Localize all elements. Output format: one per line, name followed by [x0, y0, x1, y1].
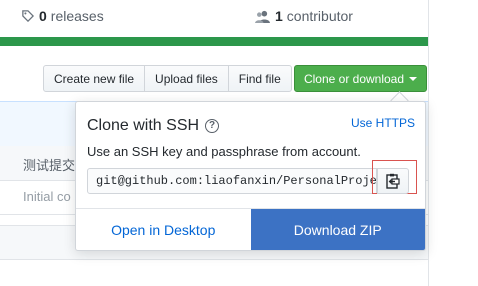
question-icon[interactable]: ? — [205, 119, 220, 133]
popup-title: Clone with SSH ? — [87, 117, 220, 135]
contributors-count: 1 — [275, 8, 283, 24]
clone-or-download-button[interactable]: Clone or download — [294, 65, 427, 92]
clone-popup: Clone with SSH ? Use HTTPS Use an SSH ke… — [75, 101, 426, 251]
create-new-file-button[interactable]: Create new file — [43, 65, 146, 92]
popup-footer: Open in Desktop Download ZIP — [76, 208, 425, 250]
clone-or-download-label: Clone or download — [303, 71, 405, 86]
clone-url-input[interactable]: git@github.com:liaofanxin/PersonalProjec… — [87, 168, 377, 194]
upload-files-button[interactable]: Upload files — [144, 65, 229, 92]
releases-count: 0 — [39, 8, 47, 24]
file-actions: Create new file Upload files Find file — [43, 65, 292, 92]
commit-message: 测试提交 — [23, 158, 76, 173]
sidebar-divider — [428, 0, 429, 286]
repo-stats: 0 releases 1 contributor — [0, 0, 428, 40]
download-zip-button[interactable]: Download ZIP — [250, 209, 425, 250]
ssh-description: Use an SSH key and passphrase from accou… — [87, 144, 361, 159]
tag-icon — [22, 10, 34, 22]
find-file-button[interactable]: Find file — [227, 65, 292, 92]
releases-label: releases — [50, 8, 104, 24]
popup-title-text: Clone with SSH — [87, 117, 200, 134]
clipboard-icon — [386, 173, 400, 189]
contributors-label: contributor — [286, 8, 353, 24]
releases-stat[interactable]: 0 releases — [22, 8, 104, 24]
language-bar — [0, 37, 428, 46]
caret-down-icon — [409, 76, 418, 81]
initial-commit-text: Initial co — [23, 189, 71, 204]
copy-to-clipboard-button[interactable] — [377, 168, 409, 194]
open-in-desktop-button[interactable]: Open in Desktop — [76, 209, 251, 250]
contributors-stat[interactable]: 1 contributor — [255, 8, 353, 24]
use-https-link[interactable]: Use HTTPS — [351, 116, 415, 130]
people-icon — [255, 10, 270, 23]
